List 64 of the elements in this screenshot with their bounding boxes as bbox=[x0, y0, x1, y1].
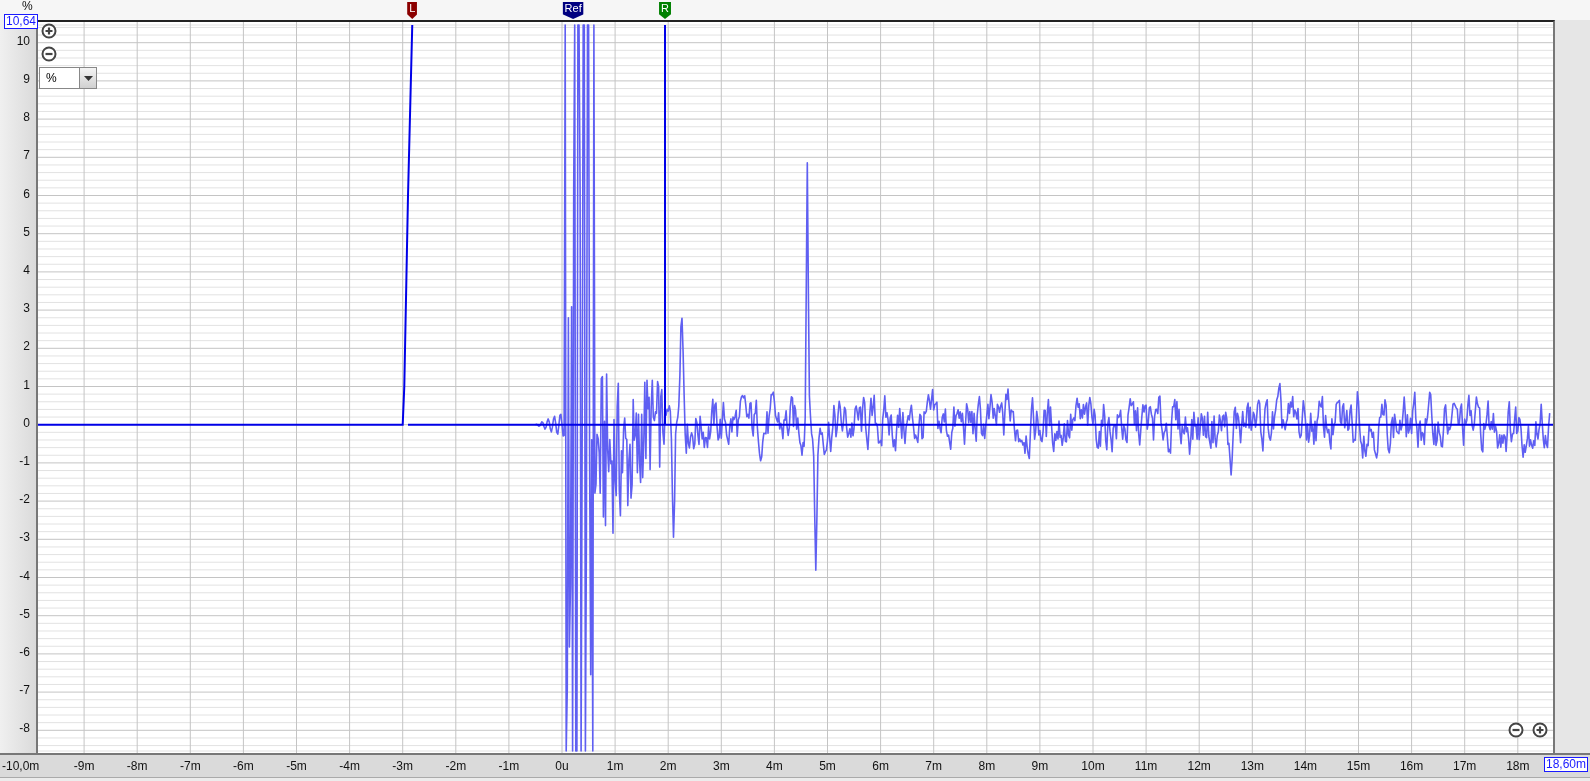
x-axis-label: 18m bbox=[1506, 759, 1530, 773]
axis-max-value[interactable]: 18,60m bbox=[1543, 757, 1588, 772]
x-axis-label: 8m bbox=[978, 759, 996, 773]
x-axis-label: -1m bbox=[498, 759, 520, 773]
x-axis-label: -4m bbox=[339, 759, 360, 773]
caret-icon bbox=[83, 75, 93, 81]
x-axis-label: 16m bbox=[1399, 759, 1424, 773]
y-axis-label: 1 bbox=[23, 377, 30, 392]
y-axis-label: 9 bbox=[23, 71, 30, 86]
marker-flag[interactable]: R bbox=[659, 2, 671, 19]
unit-dropdown[interactable]: % bbox=[39, 67, 97, 89]
minus-circle-icon bbox=[41, 46, 57, 62]
x-axis-label: 3m bbox=[712, 759, 730, 773]
x-axis-label: 7m bbox=[925, 759, 942, 773]
y-axis-label: 7 bbox=[23, 148, 30, 163]
x-axis-label: 1m bbox=[606, 759, 624, 773]
x-axis-label: -2m bbox=[445, 759, 467, 773]
y-axis-label: -8 bbox=[19, 721, 30, 736]
x-axis-label: 2m bbox=[659, 759, 677, 773]
y-axis-label: -7 bbox=[19, 683, 30, 698]
plus-circle-icon bbox=[1532, 722, 1548, 738]
x-axis-label: -10,0m bbox=[2, 759, 40, 773]
zoom-out-button[interactable] bbox=[1507, 721, 1525, 739]
x-axis-label: 17m bbox=[1453, 759, 1477, 773]
x-axis-label: 10m bbox=[1081, 759, 1105, 773]
y-axis-label: 6 bbox=[23, 186, 30, 201]
zoom-in-button[interactable] bbox=[40, 22, 58, 40]
x-axis-label: 14m bbox=[1293, 759, 1318, 773]
y-axis-label: -4 bbox=[19, 568, 30, 583]
x-axis-label: 15m bbox=[1346, 759, 1371, 773]
y-axis-label: -3 bbox=[19, 530, 30, 545]
x-axis-label: -8m bbox=[126, 759, 148, 773]
x-axis-label: -5m bbox=[286, 759, 307, 773]
y-axis-label: 10 bbox=[16, 33, 30, 48]
zoom-out-button[interactable] bbox=[40, 45, 58, 63]
y-axis-label: -1 bbox=[19, 453, 30, 468]
x-axis-label: -6m bbox=[233, 759, 254, 773]
y-axis-label: -2 bbox=[19, 492, 30, 507]
minus-circle-icon bbox=[1508, 722, 1524, 738]
x-axis-label: 9m bbox=[1031, 759, 1049, 773]
y-axis-label: 8 bbox=[23, 110, 30, 125]
axis-unit-label: % bbox=[22, 0, 33, 12]
x-axis-label: -7m bbox=[179, 759, 201, 773]
y-axis-label: 4 bbox=[23, 262, 30, 277]
x-axis-label: 12m bbox=[1187, 759, 1211, 773]
y-axis-label: 5 bbox=[23, 224, 30, 239]
y-axis-label: 3 bbox=[23, 301, 30, 316]
x-axis-label: 4m bbox=[766, 759, 783, 773]
axis-max-value[interactable]: 10,64 bbox=[4, 14, 39, 29]
y-axis-label: 0 bbox=[23, 415, 30, 430]
y-axis-label: -5 bbox=[19, 606, 30, 621]
zoom-in-button[interactable] bbox=[1531, 721, 1549, 739]
x-axis-label: -3m bbox=[392, 759, 413, 773]
plus-circle-icon bbox=[41, 23, 57, 39]
x-axis-label: 0u bbox=[555, 759, 569, 773]
marker-flag[interactable]: L bbox=[407, 2, 418, 19]
x-axis-label: 13m bbox=[1240, 759, 1264, 773]
marker-flag[interactable]: Ref bbox=[562, 2, 584, 19]
y-axis-label: 2 bbox=[23, 339, 30, 354]
y-axis-label: -6 bbox=[19, 644, 30, 659]
x-axis-label: 11m bbox=[1134, 759, 1158, 773]
x-axis-label: 6m bbox=[872, 759, 889, 773]
x-axis-label: -9m bbox=[73, 759, 95, 773]
x-axis-label: 5m bbox=[819, 759, 836, 773]
